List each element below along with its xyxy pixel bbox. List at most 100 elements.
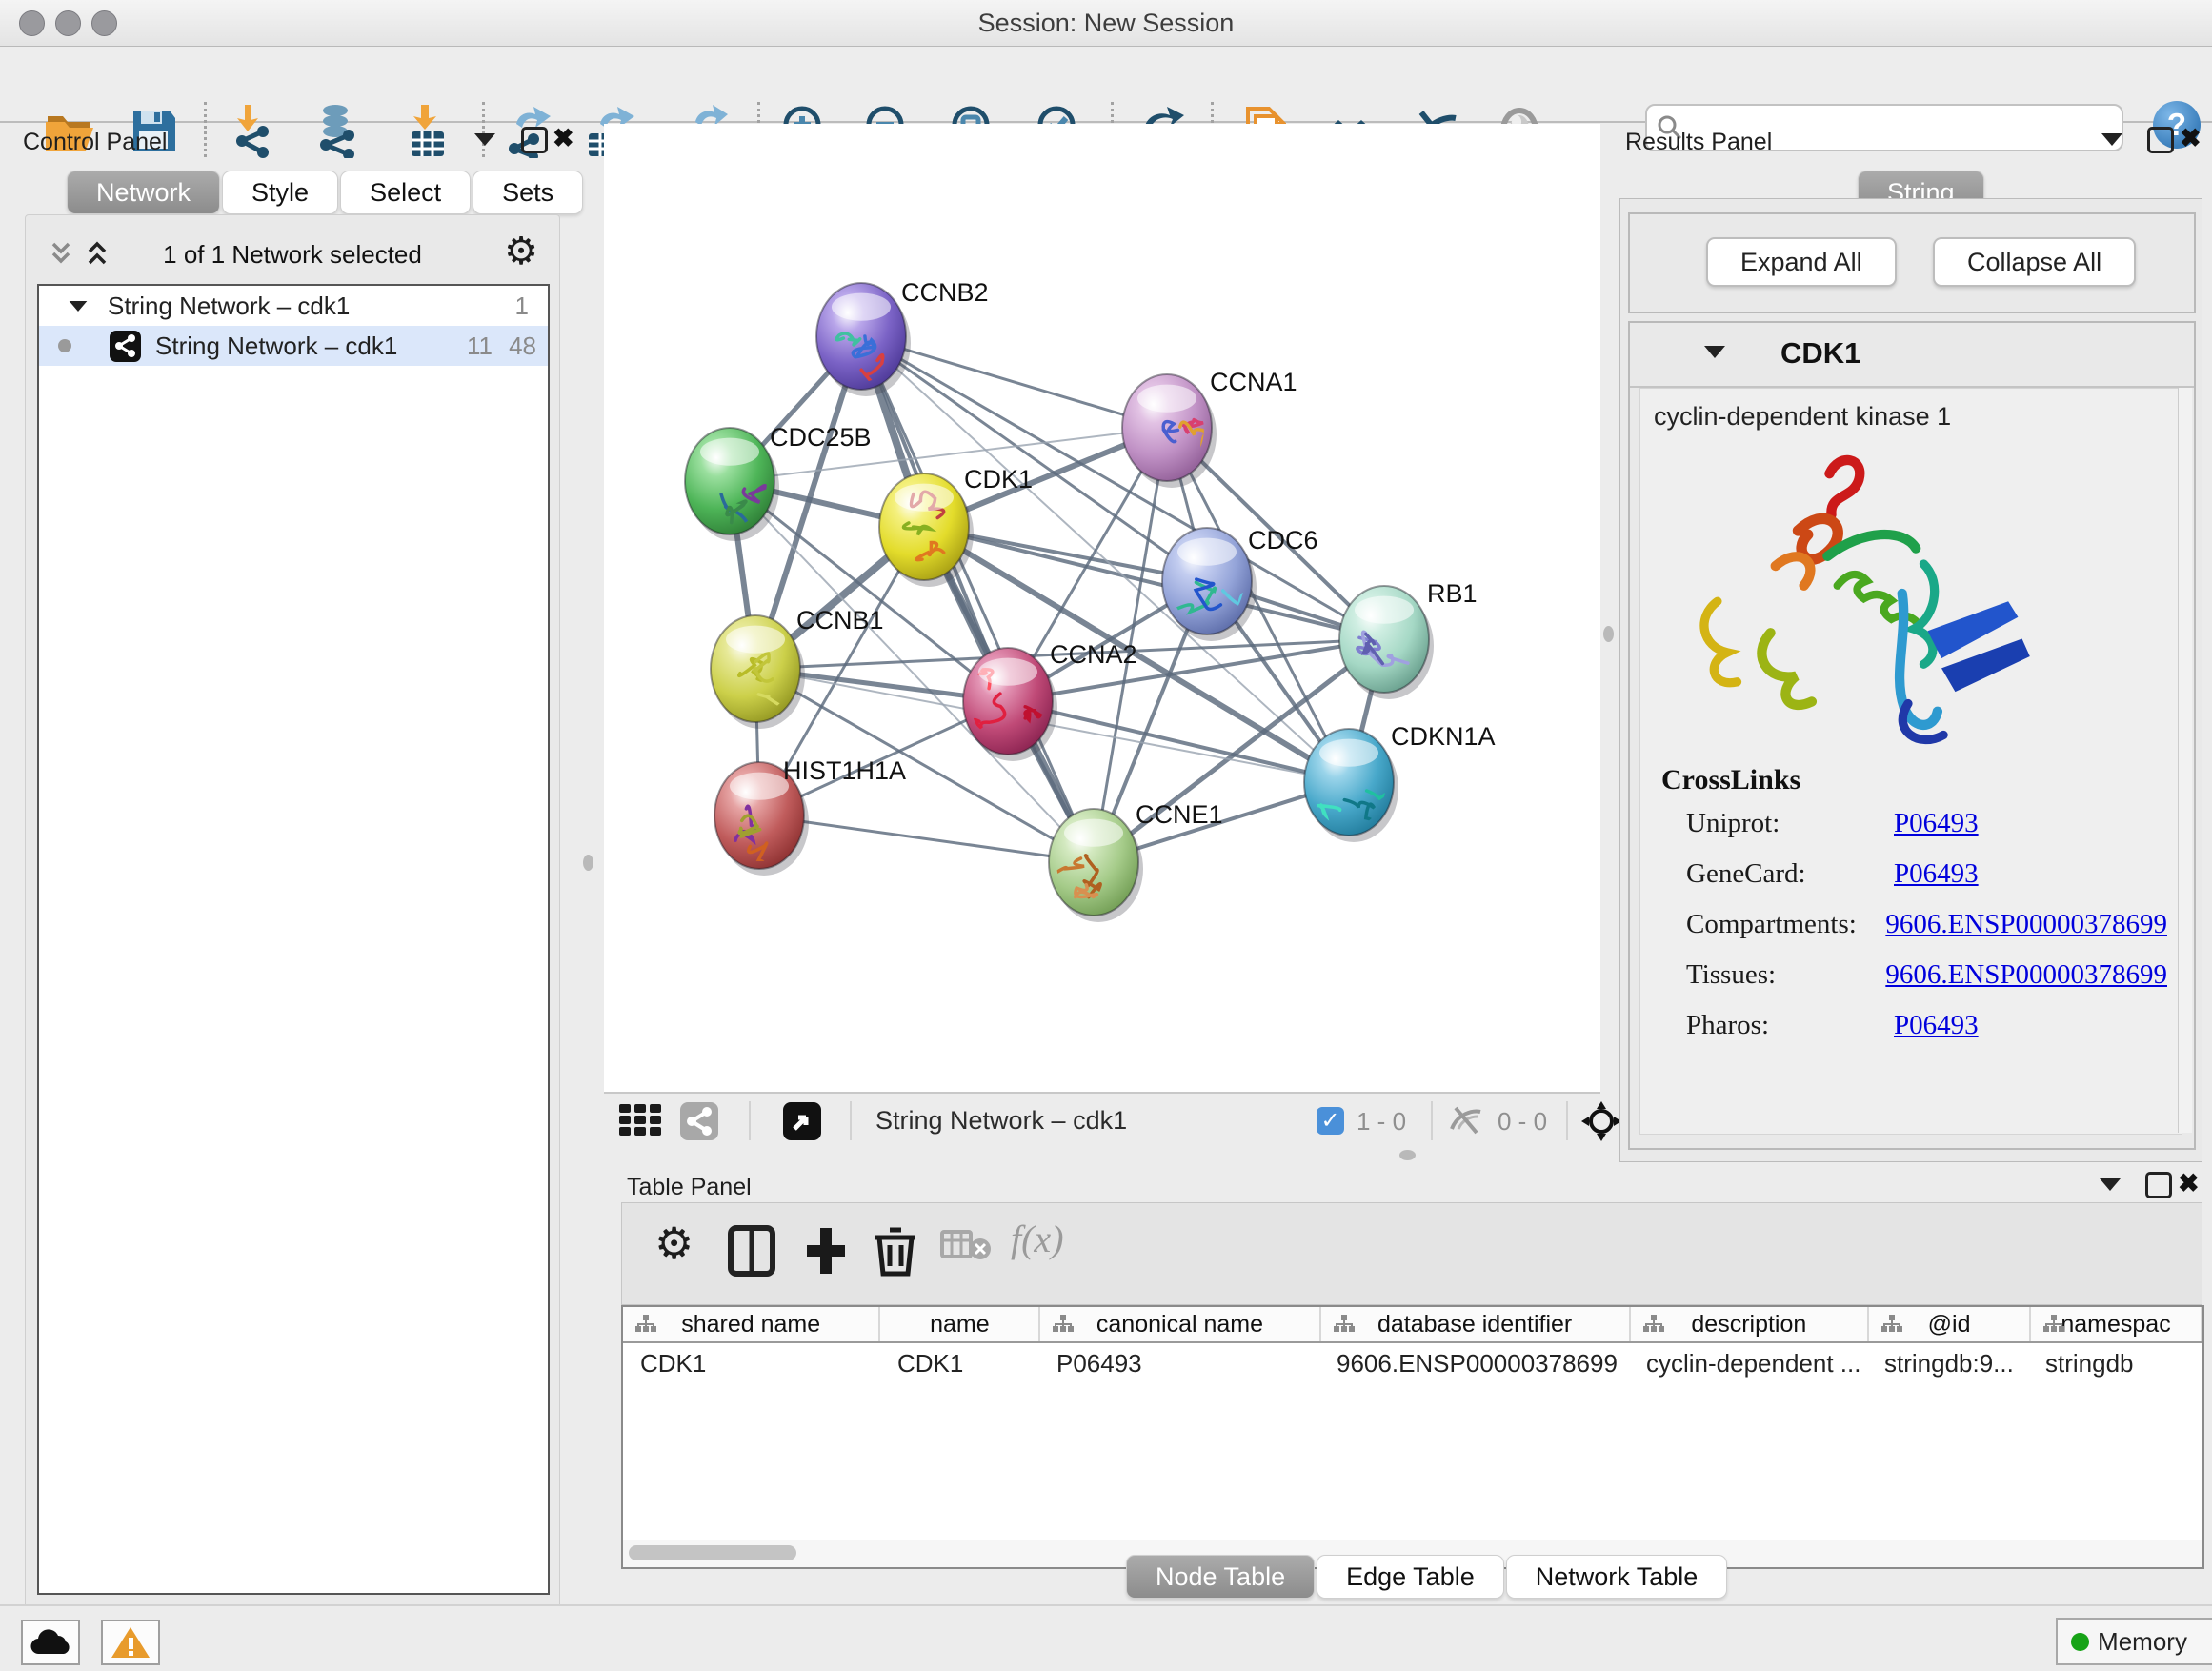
node-label-CCNA2: CCNA2 <box>1050 640 1137 669</box>
node-CDK1[interactable]: CDK1 <box>879 465 1033 587</box>
network-view-toolbar: String Network – cdk1 ✓ 1 - 0 0 - 0 <box>604 1092 1600 1148</box>
network-graph[interactable]: CCNB2 CCNA1 CDC25B CDK1 CDC6 RB1 CCNB1 CCNA2 CDK… <box>604 124 1600 1094</box>
node-CCNE1[interactable]: CCNE1 <box>1043 800 1223 922</box>
network-row[interactable]: String Network – cdk1 11 48 <box>39 326 548 366</box>
node-label-CCNE1: CCNE1 <box>1136 800 1223 829</box>
tab-sets[interactable]: Sets <box>473 171 583 214</box>
network-type-icon <box>110 331 141 362</box>
close-panel-icon[interactable]: ✖ <box>2178 1171 2200 1197</box>
close-panel-icon[interactable]: ✖ <box>2180 126 2202 151</box>
crosslink-link[interactable]: P06493 <box>1894 808 1979 839</box>
table-cell: CDK1 <box>623 1343 880 1383</box>
tab-node-table[interactable]: Node Table <box>1126 1555 1315 1599</box>
tab-network-table[interactable]: Network Table <box>1506 1555 1728 1599</box>
control-panel-title: Control Panel <box>23 129 167 156</box>
network-canvas[interactable]: CCNB2 CCNA1 CDC25B CDK1 CDC6 RB1 CCNB1 CCNA2 CDK… <box>604 124 1600 1148</box>
node-label-CCNA1: CCNA1 <box>1210 368 1297 396</box>
column-header-@id[interactable]: @id <box>1869 1307 2031 1341</box>
status-bar: Memory <box>0 1604 2212 1671</box>
network-status-dot <box>58 339 71 352</box>
expand-all-button[interactable]: Expand All <box>1706 237 1897 287</box>
node-CDC25B[interactable]: CDC25B <box>685 423 872 541</box>
separator <box>749 1101 751 1140</box>
protein-card-header[interactable]: CDK1 <box>1630 323 2194 388</box>
vertical-splitter-handle[interactable] <box>583 855 593 871</box>
clear-table-icon[interactable] <box>940 1224 992 1266</box>
vertical-splitter-handle[interactable] <box>1603 626 1614 642</box>
results-scrollbar[interactable] <box>2178 388 2192 1133</box>
selected-checkbox-icon[interactable]: ✓ <box>1317 1107 1344 1135</box>
crosslink-link[interactable]: 9606.ENSP00000378699 <box>1885 909 2167 940</box>
warning-icon <box>111 1625 151 1660</box>
table-cell: stringdb:9... <box>1867 1343 2028 1383</box>
tab-edge-table[interactable]: Edge Table <box>1317 1555 1504 1599</box>
results-panel: Results Panel ✖ String Expand All Collap… <box>1614 124 2212 1148</box>
float-panel-icon[interactable] <box>474 133 495 146</box>
collapse-all-button[interactable]: Collapse All <box>1933 237 2136 287</box>
maximize-panel-icon[interactable] <box>2147 127 2174 153</box>
node-CCNB2[interactable]: CCNB2 <box>816 278 989 396</box>
network-view-mode-icon[interactable] <box>680 1102 718 1140</box>
string-results-card: Expand All Collapse All CDK1 cyclin-depe… <box>1619 198 2202 1162</box>
crosslink-link[interactable]: P06493 <box>1894 1010 1979 1041</box>
edge-HIST1H1A-CCNE1[interactable] <box>759 815 1094 862</box>
crosslink-row: Compartments:9606.ENSP00000378699 <box>1686 909 2167 940</box>
tab-select[interactable]: Select <box>340 171 471 214</box>
node-label-CDC6: CDC6 <box>1248 526 1318 554</box>
maximize-panel-icon[interactable] <box>521 127 548 153</box>
table-row[interactable]: CDK1CDK1P064939606.ENSP00000378699cyclin… <box>623 1343 2202 1383</box>
node-HIST1H1A[interactable]: HIST1H1A <box>714 756 906 880</box>
column-header-shared-name[interactable]: shared name <box>623 1307 880 1341</box>
network-options-gear-icon[interactable]: ⚙ <box>504 232 538 271</box>
scrollbar-thumb[interactable] <box>629 1545 796 1560</box>
crosslink-link[interactable]: P06493 <box>1894 858 1979 890</box>
collapse-section-icon[interactable] <box>1704 346 1725 358</box>
table-panel-title: Table Panel <box>627 1174 752 1201</box>
main-toolbar: ? <box>0 47 2212 123</box>
crosslink-label: Uniprot: <box>1686 808 1894 839</box>
column-header-database-identifier[interactable]: database identifier <box>1321 1307 1631 1341</box>
close-panel-icon[interactable]: ✖ <box>553 126 574 151</box>
warnings-button[interactable] <box>101 1620 160 1665</box>
crosslink-link[interactable]: 9606.ENSP00000378699 <box>1885 959 2167 991</box>
node-RB1[interactable]: RB1 <box>1339 579 1478 699</box>
node-label-CDK1: CDK1 <box>964 465 1033 493</box>
column-header-namespac[interactable]: namespac <box>2031 1307 2202 1341</box>
memory-button[interactable]: Memory <box>2056 1618 2212 1665</box>
function-builder-icon[interactable]: f(x) <box>1011 1217 1064 1261</box>
table-panel: Table Panel ✖ ⚙ f(x) shared namenamecano… <box>610 1160 2212 1604</box>
crosslink-row: Pharos:P06493 <box>1686 1010 2167 1041</box>
control-panel-body: 1 of 1 Network selected ⚙ String Network… <box>25 214 560 1615</box>
node-label-CDKN1A: CDKN1A <box>1391 722 1496 751</box>
maximize-panel-icon[interactable] <box>2145 1172 2172 1198</box>
float-panel-icon[interactable] <box>2101 133 2122 146</box>
node-CDC6[interactable]: CDC6 <box>1162 526 1318 641</box>
tab-network[interactable]: Network <box>67 171 220 214</box>
cloud-status-button[interactable] <box>21 1620 80 1665</box>
horizontal-splitter-handle[interactable] <box>1399 1150 1416 1160</box>
column-header-canonical-name[interactable]: canonical name <box>1040 1307 1320 1341</box>
hidden-eye-icon[interactable] <box>1448 1106 1488 1135</box>
collection-expand-icon[interactable] <box>70 301 88 312</box>
create-column-icon[interactable] <box>801 1224 851 1278</box>
edge-CCNA2-CDKN1A[interactable] <box>1008 701 1349 782</box>
table-cell: stringdb <box>2028 1343 2199 1383</box>
network-collection-row[interactable]: String Network – cdk1 1 <box>39 286 548 326</box>
node-CDKN1A[interactable]: CDKN1A <box>1304 722 1496 842</box>
show-columns-icon[interactable] <box>727 1224 776 1278</box>
float-panel-icon[interactable] <box>2100 1178 2121 1191</box>
column-header-name[interactable]: name <box>880 1307 1040 1341</box>
birdseye-view-icon[interactable] <box>783 1102 821 1140</box>
table-cell: cyclin-dependent ... <box>1629 1343 1867 1383</box>
node-CCNB1[interactable]: CCNB1 <box>711 606 884 729</box>
grid-view-icon[interactable] <box>619 1104 665 1137</box>
expand-collapse-box: Expand All Collapse All <box>1628 212 2196 313</box>
node-label-RB1: RB1 <box>1427 579 1478 608</box>
table-cell: CDK1 <box>880 1343 1039 1383</box>
table-options-gear-icon[interactable]: ⚙ <box>654 1224 694 1262</box>
delete-column-icon[interactable] <box>872 1224 919 1278</box>
protein-card-body: cyclin-dependent kinase 1 <box>1639 388 2182 1135</box>
crosslink-label: GeneCard: <box>1686 858 1894 890</box>
column-header-description[interactable]: description <box>1631 1307 1869 1341</box>
tab-style[interactable]: Style <box>222 171 338 214</box>
